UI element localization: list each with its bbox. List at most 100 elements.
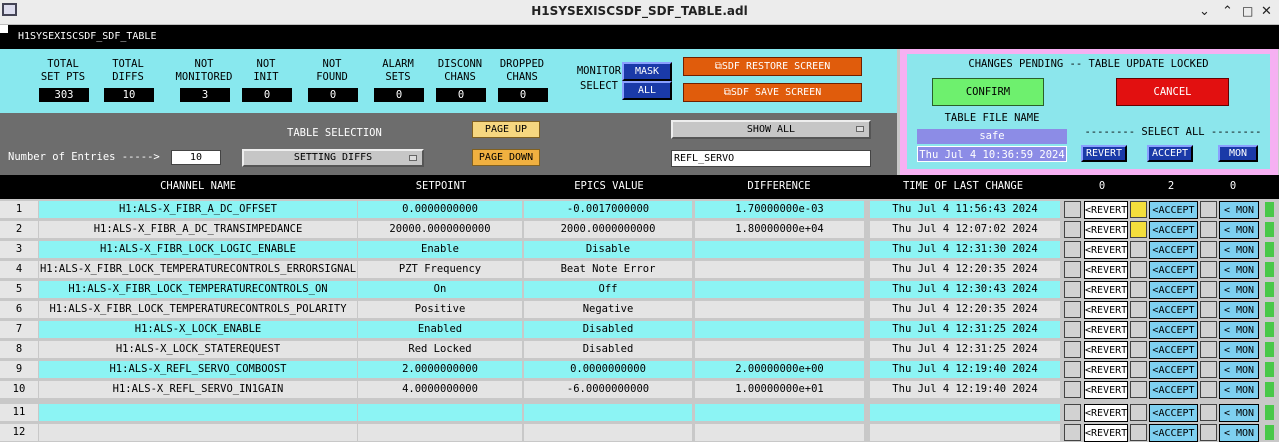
accept-checkbox[interactable]	[1130, 381, 1147, 398]
revert-checkbox[interactable]	[1064, 301, 1081, 318]
revert-checkbox[interactable]	[1064, 281, 1081, 298]
revert-button[interactable]: <REVERT	[1084, 341, 1128, 359]
mon-checkbox[interactable]	[1200, 424, 1217, 441]
revert-checkbox[interactable]	[1064, 201, 1081, 218]
mask-button[interactable]: MASK	[622, 62, 672, 81]
mon-checkbox[interactable]	[1200, 201, 1217, 218]
accept-button[interactable]: <ACCEPT	[1149, 381, 1198, 399]
accept-checkbox[interactable]	[1130, 341, 1147, 358]
mon-checkbox[interactable]	[1200, 361, 1217, 378]
accept-button[interactable]: <ACCEPT	[1149, 261, 1198, 279]
mon-button[interactable]: < MON	[1219, 361, 1259, 379]
revert-checkbox[interactable]	[1064, 261, 1081, 278]
mon-button[interactable]: < MON	[1219, 424, 1259, 442]
mon-checkbox[interactable]	[1200, 301, 1217, 318]
revert-checkbox[interactable]	[1064, 381, 1081, 398]
accept-checkbox[interactable]	[1130, 424, 1147, 441]
close-icon[interactable]: ✕	[1261, 4, 1272, 19]
accept-button[interactable]: <ACCEPT	[1149, 201, 1198, 219]
accept-checkbox[interactable]	[1130, 301, 1147, 318]
mon-checkbox[interactable]	[1200, 341, 1217, 358]
table-row: 4 H1:ALS-X_FIBR_LOCK_TEMPERATURECONTROLS_…	[0, 259, 1279, 279]
restore-icon[interactable]: ⌃	[1222, 4, 1233, 19]
accept-checkbox[interactable]	[1130, 261, 1147, 278]
accept-button[interactable]: <ACCEPT	[1149, 424, 1198, 442]
mon-button[interactable]: < MON	[1219, 381, 1259, 399]
cancel-button[interactable]: CANCEL	[1116, 78, 1229, 106]
accept-checkbox[interactable]	[1130, 361, 1147, 378]
accept-checkbox[interactable]	[1130, 281, 1147, 298]
mon-button[interactable]: < MON	[1219, 301, 1259, 319]
revert-checkbox[interactable]	[1064, 221, 1081, 238]
revert-checkbox[interactable]	[1064, 404, 1081, 421]
mon-button[interactable]: < MON	[1219, 341, 1259, 359]
select-all-revert-button[interactable]: REVERT	[1081, 145, 1127, 162]
accept-checkbox[interactable]	[1130, 241, 1147, 258]
revert-checkbox[interactable]	[1064, 341, 1081, 358]
table-row: 6 H1:ALS-X_FIBR_LOCK_TEMPERATURECONTROLS_…	[0, 299, 1279, 319]
revert-button[interactable]: <REVERT	[1084, 221, 1128, 239]
mon-button[interactable]: < MON	[1219, 221, 1259, 239]
accept-button[interactable]: <ACCEPT	[1149, 404, 1198, 422]
revert-button[interactable]: <REVERT	[1084, 424, 1128, 442]
mon-checkbox[interactable]	[1200, 321, 1217, 338]
show-filter-menu[interactable]: SHOW ALL	[671, 120, 871, 139]
mon-button[interactable]: < MON	[1219, 281, 1259, 299]
mon-button[interactable]: < MON	[1219, 201, 1259, 219]
revert-button[interactable]: <REVERT	[1084, 241, 1128, 259]
mon-button[interactable]: < MON	[1219, 321, 1259, 339]
mon-checkbox[interactable]	[1200, 221, 1217, 238]
mon-button[interactable]: < MON	[1219, 261, 1259, 279]
accept-button[interactable]: <ACCEPT	[1149, 241, 1198, 259]
revert-button[interactable]: <REVERT	[1084, 201, 1128, 219]
mon-button[interactable]: < MON	[1219, 241, 1259, 259]
select-all-accept-button[interactable]: ACCEPT	[1147, 145, 1193, 162]
accept-button[interactable]: <ACCEPT	[1149, 221, 1198, 239]
mon-checkbox[interactable]	[1200, 381, 1217, 398]
minimize-icon[interactable]: ⌄	[1199, 4, 1210, 19]
accept-button[interactable]: <ACCEPT	[1149, 281, 1198, 299]
accept-checkbox[interactable]	[1130, 201, 1147, 218]
accept-count: 2	[1167, 180, 1175, 192]
row-number: 6	[0, 301, 38, 318]
select-all-mon-button[interactable]: MON	[1218, 145, 1258, 162]
accept-checkbox[interactable]	[1130, 221, 1147, 238]
last-change-time: Thu Jul 4 12:20:35 2024	[870, 261, 1060, 278]
stat-label: TOTAL SET PTS	[40, 58, 86, 83]
page-down-button[interactable]: PAGE DOWN	[472, 149, 540, 166]
revert-button[interactable]: <REVERT	[1084, 281, 1128, 299]
mon-checkbox[interactable]	[1200, 404, 1217, 421]
revert-button[interactable]: <REVERT	[1084, 261, 1128, 279]
accept-button[interactable]: <ACCEPT	[1149, 361, 1198, 379]
revert-checkbox[interactable]	[1064, 424, 1081, 441]
mon-button[interactable]: < MON	[1219, 404, 1259, 422]
revert-button[interactable]: <REVERT	[1084, 321, 1128, 339]
sdf-save-screen-button[interactable]: ⧉SDF SAVE SCREEN	[683, 83, 862, 102]
maximize-icon[interactable]: □	[1242, 4, 1253, 18]
revert-checkbox[interactable]	[1064, 361, 1081, 378]
confirm-button[interactable]: CONFIRM	[932, 78, 1044, 106]
accept-checkbox[interactable]	[1130, 404, 1147, 421]
mon-checkbox[interactable]	[1200, 241, 1217, 258]
accept-checkbox[interactable]	[1130, 321, 1147, 338]
table-selection-menu[interactable]: SETTING DIFFS	[242, 149, 424, 167]
revert-button[interactable]: <REVERT	[1084, 404, 1128, 422]
accept-button[interactable]: <ACCEPT	[1149, 341, 1198, 359]
table-row: 1 H1:ALS-X_FIBR_A_DC_OFFSET 0.0000000000 -0…	[0, 199, 1279, 219]
page-up-button[interactable]: PAGE UP	[472, 121, 540, 138]
revert-button[interactable]: <REVERT	[1084, 301, 1128, 319]
mon-checkbox[interactable]	[1200, 281, 1217, 298]
revert-button[interactable]: <REVERT	[1084, 361, 1128, 379]
revert-checkbox[interactable]	[1064, 321, 1081, 338]
setpoint-value: Enabled	[358, 321, 522, 338]
accept-button[interactable]: <ACCEPT	[1149, 301, 1198, 319]
monitor-status-indicator	[1265, 242, 1274, 257]
all-button[interactable]: ALL	[622, 81, 672, 100]
revert-button[interactable]: <REVERT	[1084, 381, 1128, 399]
revert-count: 0	[1098, 180, 1106, 192]
accept-button[interactable]: <ACCEPT	[1149, 321, 1198, 339]
sdf-restore-screen-button[interactable]: ⧉SDF RESTORE SCREEN	[683, 57, 862, 76]
revert-checkbox[interactable]	[1064, 241, 1081, 258]
mon-checkbox[interactable]	[1200, 261, 1217, 278]
channel-filter-input[interactable]: REFL_SERVO	[671, 150, 871, 167]
